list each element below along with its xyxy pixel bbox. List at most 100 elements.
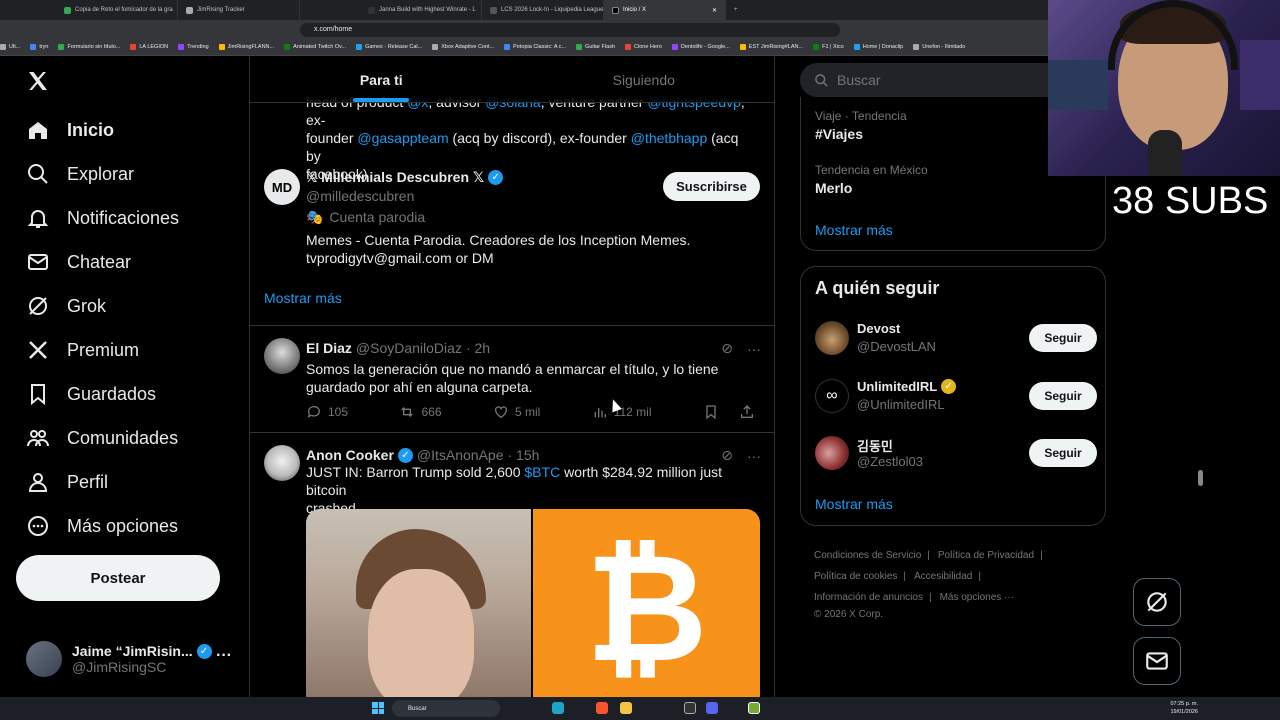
nav-item-premium[interactable]: Premium xyxy=(26,338,139,362)
parody-label: 🎭 Cuenta parodia xyxy=(306,209,426,225)
show-more-follow-link[interactable]: Mostrar más xyxy=(815,496,893,512)
share-icon[interactable] xyxy=(739,404,755,420)
microphone xyxy=(1148,130,1182,176)
avatar xyxy=(264,445,300,481)
bookmark-item[interactable]: Dentolife - Google... xyxy=(671,44,730,50)
avatar xyxy=(26,641,62,677)
more-icon[interactable]: ··· xyxy=(216,647,232,665)
bookmark-item[interactable]: LA LEGION xyxy=(130,44,168,50)
browser-tab[interactable]: JimRising Tracker xyxy=(178,0,300,20)
bookmark-favicon-icon xyxy=(30,44,37,50)
bookmark-item[interactable]: Animated Twitch Ov... xyxy=(284,44,346,50)
footer-link[interactable]: Accesibilidad xyxy=(914,571,972,582)
bookmark-favicon-icon xyxy=(356,44,363,50)
show-more-link[interactable]: Mostrar más xyxy=(264,290,342,306)
footer-link[interactable]: Información de anuncios xyxy=(814,592,923,603)
nav-item-chatear[interactable]: Chatear xyxy=(26,250,131,274)
discord-icon[interactable] xyxy=(706,702,718,714)
brave-icon[interactable] xyxy=(596,702,608,714)
tweet[interactable]: El Diaz @SoyDaniloDiaz · 2h ⊘ ··· Somos la … xyxy=(250,325,774,432)
bookmark-item[interactable]: Clone Hero xyxy=(625,44,662,50)
follow-button[interactable]: Seguir xyxy=(1029,382,1097,410)
grok-icon[interactable]: ⊘ xyxy=(721,447,733,464)
bookmark-item[interactable]: Trending xyxy=(178,44,209,50)
nav-item-notificaciones[interactable]: Notificaciones xyxy=(26,206,179,230)
bookmark-item[interactable]: Home | Donaclip xyxy=(853,44,903,50)
nav-item-comunidades[interactable]: Comunidades xyxy=(26,426,178,450)
bookmark-item[interactable]: JimRisingFLANN... xyxy=(218,44,274,50)
bookmark-item[interactable]: Unefon - Ilimitado xyxy=(913,44,965,50)
bookmark-item[interactable]: Guitar Flash xyxy=(576,44,615,50)
avatar: ∞ xyxy=(815,379,849,413)
bookmark-icon xyxy=(26,382,50,406)
grok-float-button[interactable] xyxy=(1133,578,1181,626)
views-button[interactable]: 112 mil xyxy=(592,404,652,420)
footer-link[interactable]: Condiciones de Servicio xyxy=(814,550,921,561)
browser-tab[interactable]: Copia de Reto el fomicador de la gra xyxy=(56,0,178,20)
nav-item-perfil[interactable]: Perfil xyxy=(26,470,108,494)
nav-item-más-opciones[interactable]: Más opciones xyxy=(26,514,178,538)
follow-row[interactable]: 김동민 @Zestlol03 Seguir xyxy=(815,432,1097,474)
follow-button[interactable]: Seguir xyxy=(1029,439,1097,467)
reply-button[interactable]: 105 xyxy=(306,404,348,420)
tweet[interactable]: Anon Cooker ✓ @ItsAnonApe · 15h ⊘ ··· JUST I… xyxy=(250,432,774,697)
browser-tab[interactable]: Janna Build with Highest Winrate - L xyxy=(360,0,482,20)
messages-float-button[interactable] xyxy=(1133,637,1181,685)
more-icon[interactable]: ··· xyxy=(747,341,761,357)
x-logo-icon[interactable] xyxy=(26,69,52,95)
footer-link[interactable]: Más opciones ··· xyxy=(940,592,1014,603)
tweet-header: El Diaz @SoyDaniloDiaz · 2h xyxy=(306,340,491,356)
windows-start-icon[interactable] xyxy=(372,702,384,714)
edge-icon[interactable] xyxy=(552,702,564,714)
retweet-button[interactable]: 666 xyxy=(399,404,442,420)
tab-siguiendo[interactable]: Siguiendo xyxy=(513,57,775,102)
bookmark-item[interactable]: F1 | Xico xyxy=(813,44,844,50)
more-icon[interactable]: ··· xyxy=(747,448,761,464)
nav-item-guardados[interactable]: Guardados xyxy=(26,382,156,406)
app-icon[interactable] xyxy=(748,702,760,714)
tweet-photo[interactable] xyxy=(306,509,531,697)
nav-item-inicio[interactable]: Inicio xyxy=(26,118,114,142)
browser-tab-active[interactable]: Inicio / X ✕ xyxy=(604,0,726,20)
nav-item-grok[interactable]: Grok xyxy=(26,294,106,318)
bookmark-favicon-icon xyxy=(178,44,185,50)
bitcoin-logo[interactable]: ₿ xyxy=(533,509,760,697)
subscribe-button[interactable]: Suscribirse xyxy=(663,172,760,201)
post-button[interactable]: Postear xyxy=(16,555,220,601)
bookmark-item[interactable]: Xbox Adaptive Cont... xyxy=(432,44,494,50)
bookmark-item[interactable]: Ult... xyxy=(0,44,20,50)
url-field[interactable]: x.com/home xyxy=(300,22,840,37)
home-icon xyxy=(26,118,50,142)
like-button[interactable]: 5 mil xyxy=(493,404,540,420)
scrollbar[interactable] xyxy=(1198,470,1203,486)
browser-tab[interactable]: LCS 2026 Lock-In - Liquipedia League xyxy=(482,0,604,20)
account-switcher[interactable]: Jaime “JimRisin... ✓ @JimRisingSC ··· xyxy=(26,637,240,681)
clock[interactable]: 07:25 p. m. 19/01/2026 xyxy=(1162,700,1198,716)
follow-row[interactable]: ∞ UnlimitedIRL ✓ @UnlimitedIRL Seguir xyxy=(815,375,1097,417)
grok-icon xyxy=(26,294,50,318)
nav-item-explorar[interactable]: Explorar xyxy=(26,162,134,186)
bookmark-item[interactable]: tryn xyxy=(30,44,48,50)
follow-button[interactable]: Seguir xyxy=(1029,324,1097,352)
follow-row[interactable]: Devost @DevostLAN Seguir xyxy=(815,317,1097,359)
bookmark-item[interactable]: Formulario sin título... xyxy=(58,44,120,50)
grok-icon[interactable]: ⊘ xyxy=(721,340,733,357)
explorer-icon[interactable] xyxy=(620,702,632,714)
show-more-trends-link[interactable]: Mostrar más xyxy=(815,222,893,238)
tweet-media[interactable]: ₿ xyxy=(306,509,760,697)
trend-title[interactable]: Merlo xyxy=(815,180,852,196)
footer-link[interactable]: Política de Privacidad xyxy=(938,550,1034,561)
obs-icon[interactable] xyxy=(684,702,696,714)
bookmark-item[interactable]: Petopia Classic: A c... xyxy=(504,44,566,50)
bookmark-item[interactable]: Games - Release Cal... xyxy=(356,44,422,50)
verified-badge-icon: ✓ xyxy=(488,170,504,185)
bookmark-item[interactable]: EST JimRising#LAN... xyxy=(739,44,803,50)
footer-link[interactable]: Política de cookies xyxy=(814,571,897,582)
new-tab-icon[interactable]: + xyxy=(734,7,738,13)
verified-gold-badge-icon: ✓ xyxy=(941,379,957,394)
taskbar-search[interactable]: Buscar xyxy=(392,700,500,717)
tab-para-ti[interactable]: Para ti xyxy=(250,57,513,102)
close-tab-icon[interactable]: ✕ xyxy=(712,7,717,14)
trend-title[interactable]: #Viajes xyxy=(815,126,863,142)
bookmark-icon[interactable] xyxy=(703,404,719,420)
